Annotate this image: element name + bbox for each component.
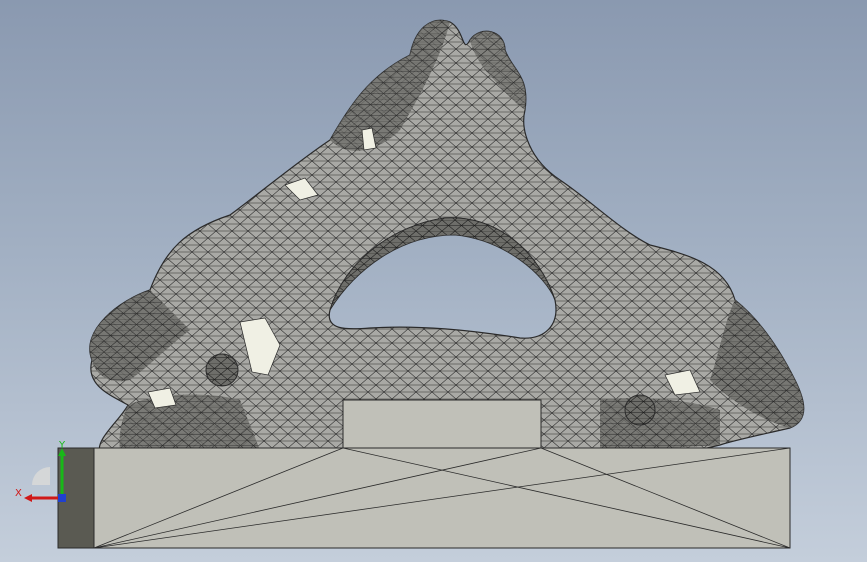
3d-viewport[interactable]: X Y <box>0 0 867 562</box>
left-foramen <box>205 353 239 387</box>
mesh-model-scene[interactable] <box>0 0 867 562</box>
base-block <box>57 447 791 549</box>
x-axis-arrow <box>24 494 32 502</box>
y-axis-label: Y <box>58 440 66 451</box>
x-axis-label: X <box>15 488 22 499</box>
base-pad <box>342 399 542 449</box>
z-axis-marker <box>58 494 66 502</box>
orientation-triad: X Y <box>15 440 66 502</box>
right-foramen <box>624 394 656 426</box>
lower-left-shadow <box>119 394 261 450</box>
lower-right-shadow <box>600 398 720 452</box>
